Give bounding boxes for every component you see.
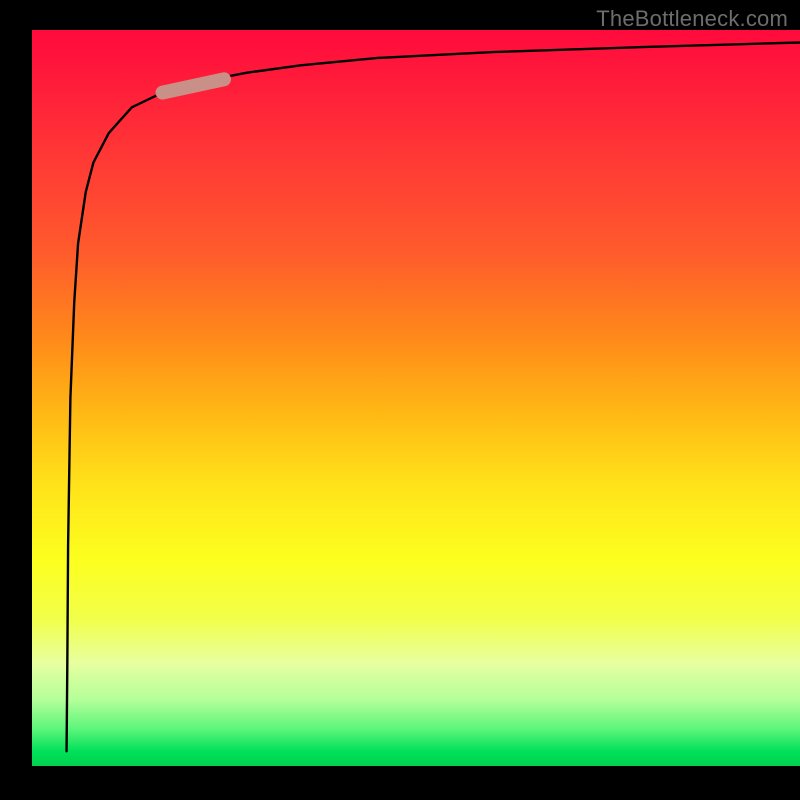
highlight-segment	[163, 79, 224, 92]
curve-layer	[32, 30, 800, 766]
chart-frame: TheBottleneck.com	[0, 0, 800, 800]
main-curve	[67, 43, 800, 752]
watermark-text: TheBottleneck.com	[596, 6, 788, 32]
plot-area	[32, 30, 800, 766]
